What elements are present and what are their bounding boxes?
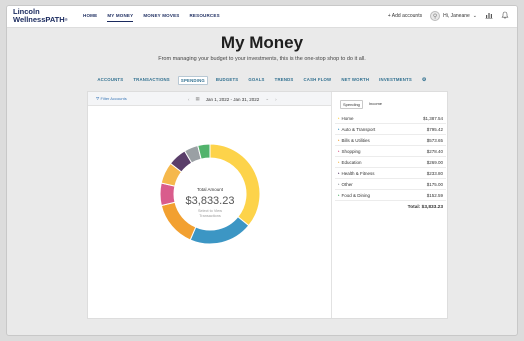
category-row[interactable]: ▸ Auto & Transport $795.42 xyxy=(335,124,446,135)
page-subtitle: From managing your budget to your invest… xyxy=(158,56,366,62)
filter-icon: ⛛ xyxy=(96,96,100,101)
user-greeting: Hi, Janeane xyxy=(443,13,470,19)
category-row[interactable]: ▸ Education $269.00 xyxy=(335,157,446,168)
category-panel: Spending Income ▸ Home $1,387.54 ▸ Auto & Tr… xyxy=(331,92,448,318)
category-amount: $233.80 xyxy=(426,170,443,176)
category-row[interactable]: ▸ Health & Fitness $233.80 xyxy=(335,168,446,179)
chevron-down-icon: ⌄ xyxy=(472,13,477,19)
category-label: Other xyxy=(341,181,353,187)
gear-icon[interactable]: ⚙ xyxy=(420,76,429,85)
category-amount: $1,387.54 xyxy=(422,115,443,121)
page-title: My Money xyxy=(220,33,304,52)
category-amount: $278.40 xyxy=(426,148,443,154)
category-list: ▸ Home $1,387.54 ▸ Auto & Transport $795.42 ▸ B… xyxy=(335,113,446,210)
logo-line2: WellnessPATH® xyxy=(13,15,68,24)
category-total: Total: $3,833.23 xyxy=(407,205,443,210)
spending-card: ⛛ Filter Accounts ‹ ▦ Jan 1, 2022 - Jan … xyxy=(87,91,448,319)
bar-chart-icon[interactable] xyxy=(485,11,493,21)
filter-bar: ⛛ Filter Accounts ‹ ▦ Jan 1, 2022 - Jan … xyxy=(88,92,331,106)
category-name: ▸ Other xyxy=(338,182,353,187)
nav-money-moves[interactable]: MONEY MOVES xyxy=(143,13,179,22)
expand-arrow-icon: ▸ xyxy=(338,138,340,142)
category-name: ▸ Health & Fitness xyxy=(338,171,375,176)
tab-income-sub[interactable]: Income xyxy=(367,100,384,109)
category-label: Auto & Transport xyxy=(341,126,376,132)
tab-spending-sub[interactable]: Spending xyxy=(340,100,363,109)
category-row[interactable]: ▸ Food & Dining $152.59 xyxy=(335,190,446,201)
nav-resources[interactable]: RESOURCES xyxy=(189,13,219,22)
category-row[interactable]: ▸ Shopping $278.40 xyxy=(335,146,446,157)
nav-my-money[interactable]: MY MONEY xyxy=(107,13,134,22)
user-menu[interactable]: ⚲ Hi, Janeane ⌄ xyxy=(430,11,477,21)
tab-investments[interactable]: INVESTMENTS xyxy=(377,76,414,85)
donut-slice[interactable] xyxy=(189,216,250,245)
date-range-picker: ‹ ▦ Jan 1, 2022 - Jan 31, 2022 ⌄ › xyxy=(188,96,277,102)
select-hint: Select to View Transactions xyxy=(198,209,222,218)
total-amount-label: Total Amount xyxy=(196,187,223,192)
category-name: ▸ Home xyxy=(338,116,354,121)
top-navigation-bar: Lincoln WellnessPATH® HOME MY MONEY MONE… xyxy=(7,6,517,28)
header-tools: + Add accounts ⚲ Hi, Janeane ⌄ xyxy=(388,11,509,21)
category-label: Education xyxy=(341,159,362,165)
expand-arrow-icon: ▸ xyxy=(338,160,340,164)
category-amount: $269.00 xyxy=(426,159,443,165)
category-name: ▸ Auto & Transport xyxy=(338,127,375,132)
category-amount: $175.00 xyxy=(426,181,443,187)
nav-home[interactable]: HOME xyxy=(83,13,97,22)
tab-accounts[interactable]: ACCOUNTS xyxy=(95,76,125,85)
donut-center[interactable]: Total Amount $3,833.23 Select to View Tra… xyxy=(178,187,242,219)
app-window: Lincoln WellnessPATH® HOME MY MONEY MONE… xyxy=(6,5,518,336)
expand-arrow-icon: ▸ xyxy=(338,127,340,131)
tab-budgets[interactable]: BUDGETS xyxy=(214,76,240,85)
category-label: Bills & Utilities xyxy=(341,137,370,143)
chevron-down-icon[interactable]: ⌄ xyxy=(265,96,269,102)
category-row[interactable]: ▸ Other $175.00 xyxy=(335,179,446,190)
total-amount-value: $3,833.23 xyxy=(185,195,235,207)
main-nav: HOME MY MONEY MONEY MOVES RESOURCES xyxy=(83,13,220,22)
donut-slice[interactable] xyxy=(159,182,176,207)
category-name: ▸ Food & Dining xyxy=(338,193,370,198)
expand-arrow-icon: ▸ xyxy=(338,149,340,153)
calendar-icon[interactable]: ▦ xyxy=(196,96,200,102)
tab-net-worth[interactable]: NET WORTH xyxy=(339,76,371,85)
category-label: Shopping xyxy=(341,148,361,154)
expand-arrow-icon: ▸ xyxy=(338,193,340,197)
filter-accounts-button[interactable]: ⛛ Filter Accounts xyxy=(96,96,127,101)
category-label: Food & Dining xyxy=(341,192,371,198)
section-tabs: ACCOUNTS TRANSACTIONS SPENDING BUDGETS G… xyxy=(7,76,517,85)
next-period-button[interactable]: › xyxy=(275,97,277,102)
expand-arrow-icon: ▸ xyxy=(338,116,340,120)
date-range-label[interactable]: Jan 1, 2022 - Jan 31, 2022 xyxy=(206,97,260,102)
tab-cash-flow[interactable]: CASH FLOW xyxy=(302,76,334,85)
category-name: ▸ Education xyxy=(338,160,362,165)
user-avatar-icon: ⚲ xyxy=(430,11,441,21)
expand-arrow-icon: ▸ xyxy=(338,171,340,175)
tab-transactions[interactable]: TRANSACTIONS xyxy=(131,76,172,85)
prev-period-button[interactable]: ‹ xyxy=(188,97,190,102)
category-amount: $573.65 xyxy=(426,137,443,143)
category-label: Home xyxy=(341,115,354,121)
spending-income-toggle: Spending Income xyxy=(340,100,384,109)
category-label: Health & Fitness xyxy=(341,170,375,176)
add-accounts-link[interactable]: + Add accounts xyxy=(388,13,422,19)
category-amount: $152.59 xyxy=(426,192,443,198)
category-row[interactable]: ▸ Home $1,387.54 xyxy=(335,113,446,124)
tab-goals[interactable]: GOALS xyxy=(246,76,266,85)
bell-icon[interactable] xyxy=(501,11,509,21)
category-amount: $795.42 xyxy=(426,126,443,132)
expand-arrow-icon: ▸ xyxy=(338,182,340,186)
tab-trends[interactable]: TRENDS xyxy=(273,76,296,85)
category-row[interactable]: ▸ Bills & Utilities $573.65 xyxy=(335,135,446,146)
filter-accounts-label: Filter Accounts xyxy=(100,96,127,101)
lincoln-logo[interactable]: Lincoln WellnessPATH® xyxy=(13,8,68,24)
tab-spending[interactable]: SPENDING xyxy=(177,76,208,85)
category-name: ▸ Shopping xyxy=(338,149,361,154)
category-name: ▸ Bills & Utilities xyxy=(338,138,370,143)
